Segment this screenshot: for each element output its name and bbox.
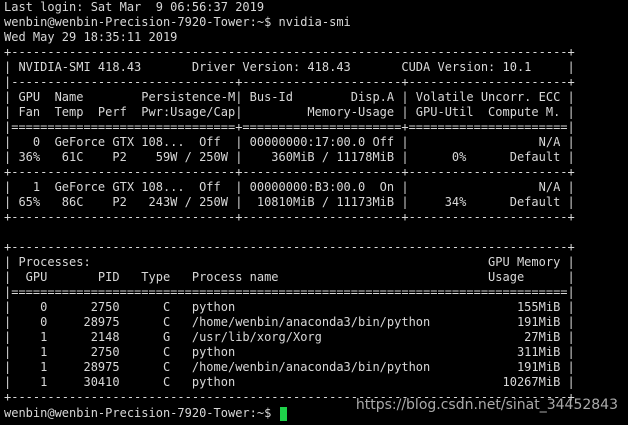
terminal-window[interactable]: Last login: Sat Mar 9 06:56:37 2019 wenb… xyxy=(4,0,628,425)
watermark-text: https://blog.csdn.net/sinat_34452843 xyxy=(355,397,618,413)
terminal-line: | 0 28975 C /home/wenbin/anaconda3/bin/p… xyxy=(4,315,575,329)
terminal-line: |=======================================… xyxy=(4,285,575,299)
terminal-line: | 0 GeForce GTX 108... Off | 00000000:17… xyxy=(4,135,575,149)
terminal-line: +---------------------------------------… xyxy=(4,45,575,59)
terminal-line: | GPU PID Type Process name Usage | xyxy=(4,270,575,284)
terminal-line: |-------------------------------+-------… xyxy=(4,75,575,89)
terminal-line: | NVIDIA-SMI 418.43 Driver Version: 418.… xyxy=(4,60,575,74)
terminal-line: | 0 2750 C python 155MiB | xyxy=(4,300,575,314)
terminal-line: +---------------------------------------… xyxy=(4,240,575,254)
terminal-line: Last login: Sat Mar 9 06:56:37 2019 xyxy=(4,0,265,14)
terminal-line: | Processes: GPU Memory | xyxy=(4,255,575,269)
terminal-line: | 1 2148 G /usr/lib/xorg/Xorg 27MiB | xyxy=(4,330,575,344)
terminal-line: | Fan Temp Perf Pwr:Usage/Cap| Memory-Us… xyxy=(4,105,575,119)
terminal-line: | GPU Name Persistence-M| Bus-Id Disp.A … xyxy=(4,90,575,104)
terminal-line: | 1 28975 C /home/wenbin/anaconda3/bin/p… xyxy=(4,360,575,374)
terminal-line: wenbin@wenbin-Precision-7920-Tower:~$ nv… xyxy=(4,15,351,29)
terminal-line: | 36% 61C P2 59W / 250W | 360MiB / 11178… xyxy=(4,150,575,164)
terminal-line: +-------------------------------+-------… xyxy=(4,210,575,224)
terminal-line: +-------------------------------+-------… xyxy=(4,165,575,179)
terminal-line: | 1 30410 C python 10267MiB | xyxy=(4,375,575,389)
terminal-line: Wed May 29 18:35:11 2019 xyxy=(4,30,178,44)
terminal-line: | 65% 86C P2 243W / 250W | 10810MiB / 11… xyxy=(4,195,575,209)
terminal-line: | 1 GeForce GTX 108... Off | 00000000:B3… xyxy=(4,180,575,194)
cursor-block xyxy=(279,406,287,421)
terminal-line: | 1 2750 C python 311MiB | xyxy=(4,345,575,359)
command-prompt[interactable]: wenbin@wenbin-Precision-7920-Tower:~$ xyxy=(4,406,287,421)
terminal-line: |===============================+=======… xyxy=(4,120,575,134)
prompt-text: wenbin@wenbin-Precision-7920-Tower:~$ xyxy=(4,406,279,420)
